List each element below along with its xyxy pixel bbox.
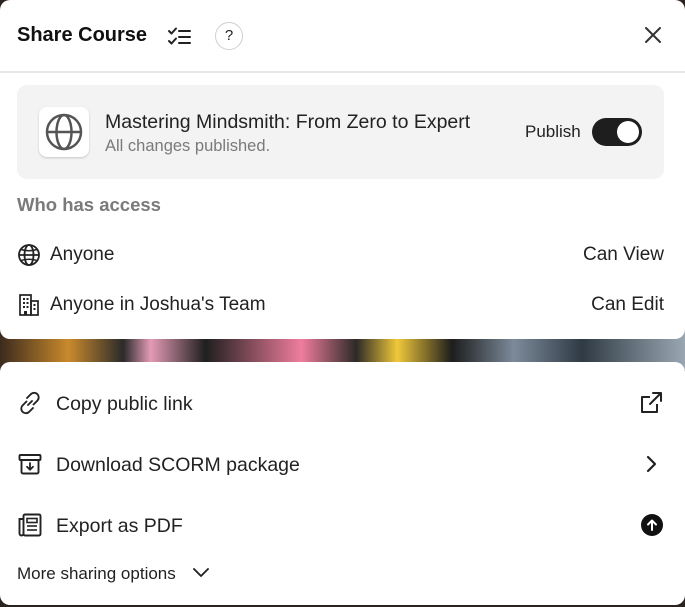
- more-sharing-options-toggle[interactable]: More sharing options: [17, 564, 209, 584]
- link-icon: [17, 390, 43, 421]
- access-label: Anyone: [50, 244, 115, 265]
- dialog-title: Share Course: [17, 24, 148, 46]
- upload-circle-icon: [638, 512, 664, 543]
- permission-select[interactable]: Can Edit: [591, 294, 664, 316]
- close-icon[interactable]: [643, 25, 663, 50]
- course-title: Mastering Mindsmith: From Zero to Expert: [105, 111, 471, 133]
- dialog-header: Share Course ?: [0, 0, 685, 73]
- action-label: Copy public link: [56, 393, 193, 415]
- publish-label: Publish: [525, 122, 581, 141]
- toggle-knob: [617, 121, 639, 143]
- course-thumbnail: [39, 107, 89, 157]
- chevron-right-icon: [638, 451, 664, 482]
- download-scorm-button[interactable]: Download SCORM package: [17, 446, 664, 482]
- access-label: Anyone in Joshua's Team: [50, 294, 266, 315]
- action-label: Export as PDF: [56, 515, 183, 537]
- globe-icon: [45, 113, 83, 151]
- publish-status: All changes published.: [105, 137, 271, 155]
- more-options-label: More sharing options: [17, 564, 176, 583]
- copy-public-link-button[interactable]: Copy public link: [17, 385, 664, 421]
- archive-download-icon: [17, 451, 43, 482]
- access-row-anyone[interactable]: Anyone Can View: [17, 240, 664, 270]
- export-pdf-button[interactable]: Export as PDF: [17, 507, 664, 543]
- external-link-icon: [638, 390, 664, 421]
- access-section-title: Who has access: [17, 194, 161, 215]
- course-summary: Mastering Mindsmith: From Zero to Expert…: [17, 85, 664, 179]
- share-dialog: Share Course ? Mastering Mindsmith: From…: [0, 0, 685, 339]
- chevron-down-icon: [193, 568, 209, 577]
- help-button[interactable]: ?: [215, 22, 243, 50]
- document-icon: [17, 512, 43, 543]
- permission-select[interactable]: Can View: [583, 244, 664, 266]
- globe-icon: [17, 243, 41, 272]
- checklist-icon[interactable]: [167, 26, 192, 53]
- publish-toggle[interactable]: [592, 118, 642, 146]
- building-icon: [17, 293, 41, 322]
- access-row-team[interactable]: Anyone in Joshua's Team Can Edit: [17, 290, 664, 320]
- action-label: Download SCORM package: [56, 454, 300, 476]
